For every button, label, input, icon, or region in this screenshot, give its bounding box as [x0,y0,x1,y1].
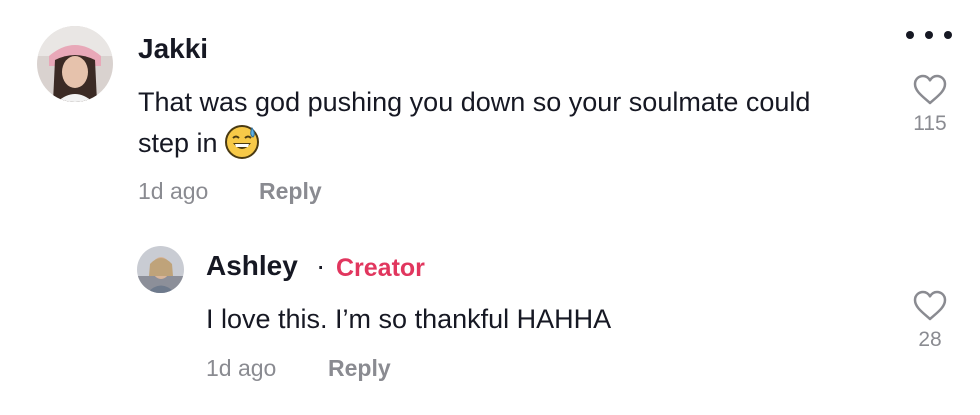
reply-text: I love this. I’m so thankful HAHHA [206,304,612,334]
more-icon [925,31,933,39]
like-button[interactable]: 28 [900,290,960,352]
like-button[interactable]: 115 [900,74,960,136]
comment-text: That was god pushing you down so your so… [138,82,838,164]
more-icon [906,31,914,39]
more-icon [944,31,952,39]
avatar-image [37,26,113,102]
reply-username[interactable]: Ashley [206,250,298,282]
reply-button[interactable]: Reply [328,355,391,382]
heart-icon [913,74,947,105]
avatar[interactable] [37,26,113,102]
creator-badge: Creator [336,254,425,282]
avatar[interactable] [137,246,184,293]
username-separator: · [316,250,326,281]
comment-timestamp: 1d ago [138,178,209,204]
reply-timestamp: 1d ago [206,355,277,381]
comment-username[interactable]: Jakki [138,33,208,65]
sweat-smile-emoji-icon [224,124,260,160]
more-options-button[interactable] [906,24,952,46]
heart-icon [913,290,947,321]
avatar-image [137,246,184,293]
like-count: 28 [918,328,942,351]
like-count: 115 [913,112,947,135]
reply-button[interactable]: Reply [259,178,322,205]
